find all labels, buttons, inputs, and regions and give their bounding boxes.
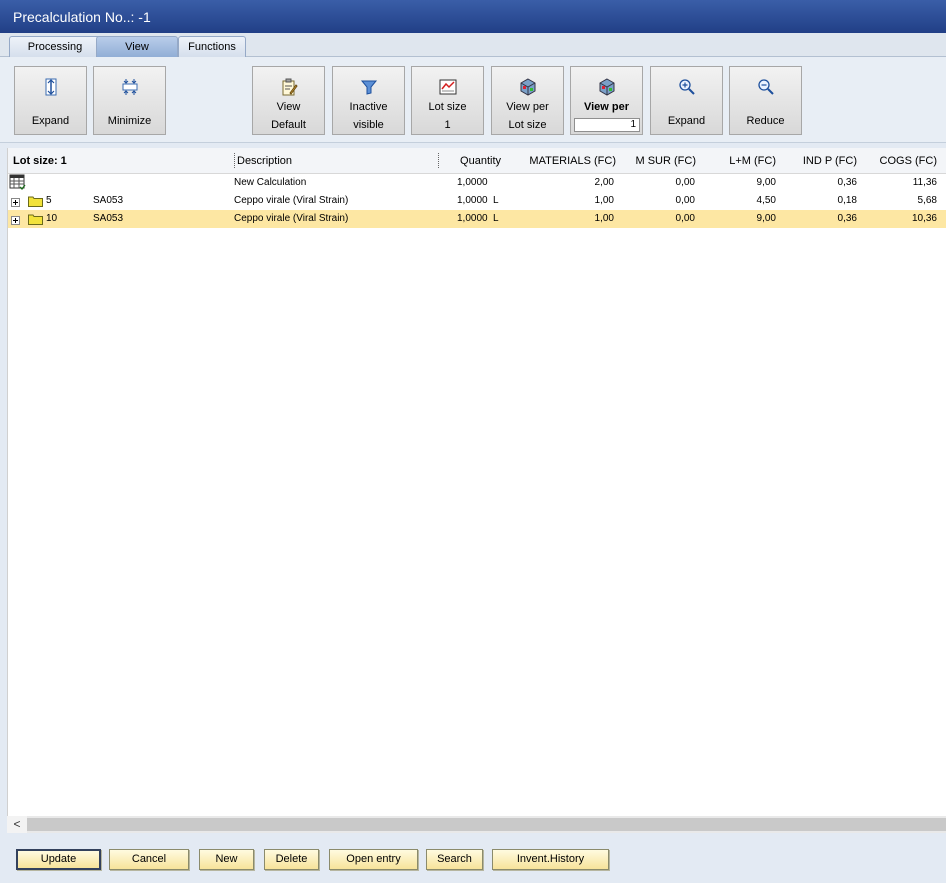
row-m-sur: 0,00 — [675, 177, 695, 188]
row-level: 10 — [46, 213, 58, 224]
view-per-lot-size-button[interactable]: View per Lot size — [491, 66, 564, 135]
row-l-m: 4,50 — [756, 195, 776, 206]
zoom-in-icon — [679, 79, 695, 95]
grid-header: Lot size: 1 Description Quantity MATERIA… — [8, 148, 946, 174]
view-default-line2: Default — [271, 119, 306, 131]
new-button[interactable]: New — [199, 849, 254, 870]
toolbar: Expand Minimize View Default Inactive vi… — [0, 57, 946, 143]
zoom-expand-button[interactable]: Expand — [650, 66, 723, 135]
cancel-button[interactable]: Cancel — [109, 849, 189, 870]
inventory-history-button[interactable]: Invent.History — [492, 849, 609, 870]
row-unit: L — [493, 195, 499, 206]
cube-icon — [520, 78, 536, 96]
scrollbar-thumb[interactable] — [27, 818, 946, 831]
row-cogs: 5,68 — [917, 195, 937, 206]
row-item-code: SA053 — [93, 213, 124, 224]
row-materials: 2,00 — [594, 177, 614, 188]
filter-icon — [360, 80, 378, 95]
lot-size-header: Lot size: 1 — [13, 155, 67, 167]
horizontal-scrollbar[interactable]: < — [7, 816, 946, 833]
lot-size-line1: Lot size — [428, 101, 467, 113]
expand-tree-label: Expand — [31, 115, 70, 127]
zoom-reduce-label: Reduce — [746, 115, 785, 127]
column-separator[interactable] — [234, 153, 235, 168]
minimize-label: Minimize — [107, 115, 152, 127]
footer-button-bar: Update Cancel New Delete Open entry Sear… — [0, 833, 946, 883]
row-cogs: 10,36 — [911, 213, 937, 224]
expand-tree-button[interactable]: Expand — [14, 66, 87, 135]
row-materials: 1,00 — [594, 195, 614, 206]
row-m-sur: 0,00 — [675, 195, 695, 206]
delete-button[interactable]: Delete — [264, 849, 319, 870]
expand-vertical-icon — [45, 78, 57, 96]
row-cogs: 11,36 — [912, 177, 937, 188]
update-button[interactable]: Update — [16, 849, 101, 870]
view-per-label: View per — [583, 101, 630, 113]
open-entry-button[interactable]: Open entry — [329, 849, 418, 870]
column-header-m-sur[interactable]: M SUR (FC) — [616, 155, 697, 167]
row-quantity: 1,0000 — [457, 213, 488, 224]
minimize-button[interactable]: Minimize — [93, 66, 166, 135]
view-per-input[interactable]: 1 — [574, 118, 640, 132]
inactive-visible-button[interactable]: Inactive visible — [332, 66, 405, 135]
row-materials: 1,00 — [594, 213, 614, 224]
window-title: Precalculation No..: -1 — [0, 0, 946, 33]
inactive-visible-line2: visible — [353, 119, 384, 131]
calculation-grid-icon — [9, 174, 26, 190]
tab-strip: Processing View Functions — [0, 33, 946, 57]
column-header-l-m[interactable]: L+M (FC) — [696, 155, 776, 167]
lot-size-value: 1 — [444, 119, 451, 131]
row-quantity: 1,0000 — [457, 195, 488, 206]
column-header-description[interactable]: Description — [237, 155, 292, 167]
row-unit: L — [493, 213, 499, 224]
zoom-out-icon — [758, 79, 774, 95]
view-default-button[interactable]: View Default — [252, 66, 325, 135]
expand-row-icon[interactable] — [11, 216, 20, 225]
row-ind-p: 0,18 — [837, 195, 857, 206]
expand-row-icon[interactable] — [11, 198, 20, 207]
table-row-selected[interactable]: 10 SA053 Ceppo virale (Viral Strain) 1,0… — [8, 210, 946, 228]
view-per-button[interactable]: View per 1 — [570, 66, 643, 135]
tab-view[interactable]: View — [96, 36, 178, 57]
calculation-grid: Lot size: 1 Description Quantity MATERIA… — [7, 148, 946, 816]
view-per-lot-size-line1: View per — [506, 101, 549, 113]
minimize-icon — [122, 79, 138, 95]
line-chart-icon — [439, 79, 457, 95]
row-m-sur: 0,00 — [675, 213, 695, 224]
search-button[interactable]: Search — [426, 849, 483, 870]
row-quantity: 1,0000 — [457, 177, 488, 188]
row-description: Ceppo virale (Viral Strain) — [234, 195, 349, 206]
row-level: 5 — [46, 195, 52, 206]
column-header-quantity[interactable]: Quantity — [428, 155, 501, 167]
row-ind-p: 0,36 — [837, 177, 857, 188]
folder-icon — [28, 196, 43, 207]
zoom-expand-label: Expand — [667, 115, 706, 127]
table-row[interactable]: 5 SA053 Ceppo virale (Viral Strain) 1,00… — [8, 192, 946, 210]
column-header-cogs[interactable]: COGS (FC) — [857, 155, 937, 167]
row-ind-p: 0,36 — [837, 213, 857, 224]
view-per-lot-size-line2: Lot size — [508, 119, 547, 131]
zoom-reduce-button[interactable]: Reduce — [729, 66, 802, 135]
lot-size-button[interactable]: Lot size 1 — [411, 66, 484, 135]
column-header-materials[interactable]: MATERIALS (FC) — [511, 155, 616, 167]
scroll-left-icon[interactable]: < — [7, 816, 27, 833]
tab-functions[interactable]: Functions — [178, 36, 246, 57]
inactive-visible-line1: Inactive — [349, 101, 388, 113]
tab-processing[interactable]: Processing — [9, 36, 101, 57]
row-item-code: SA053 — [93, 195, 124, 206]
row-description: Ceppo virale (Viral Strain) — [234, 213, 349, 224]
view-default-line1: View — [276, 101, 301, 113]
column-header-ind-p[interactable]: IND P (FC) — [776, 155, 857, 167]
table-row[interactable]: New Calculation 1,0000 2,00 0,00 9,00 0,… — [8, 174, 946, 192]
row-description: New Calculation — [234, 177, 307, 188]
folder-icon — [28, 214, 43, 225]
clipboard-edit-icon — [282, 78, 298, 96]
row-l-m: 9,00 — [756, 177, 776, 188]
row-l-m: 9,00 — [756, 213, 776, 224]
cube-icon — [599, 78, 615, 96]
